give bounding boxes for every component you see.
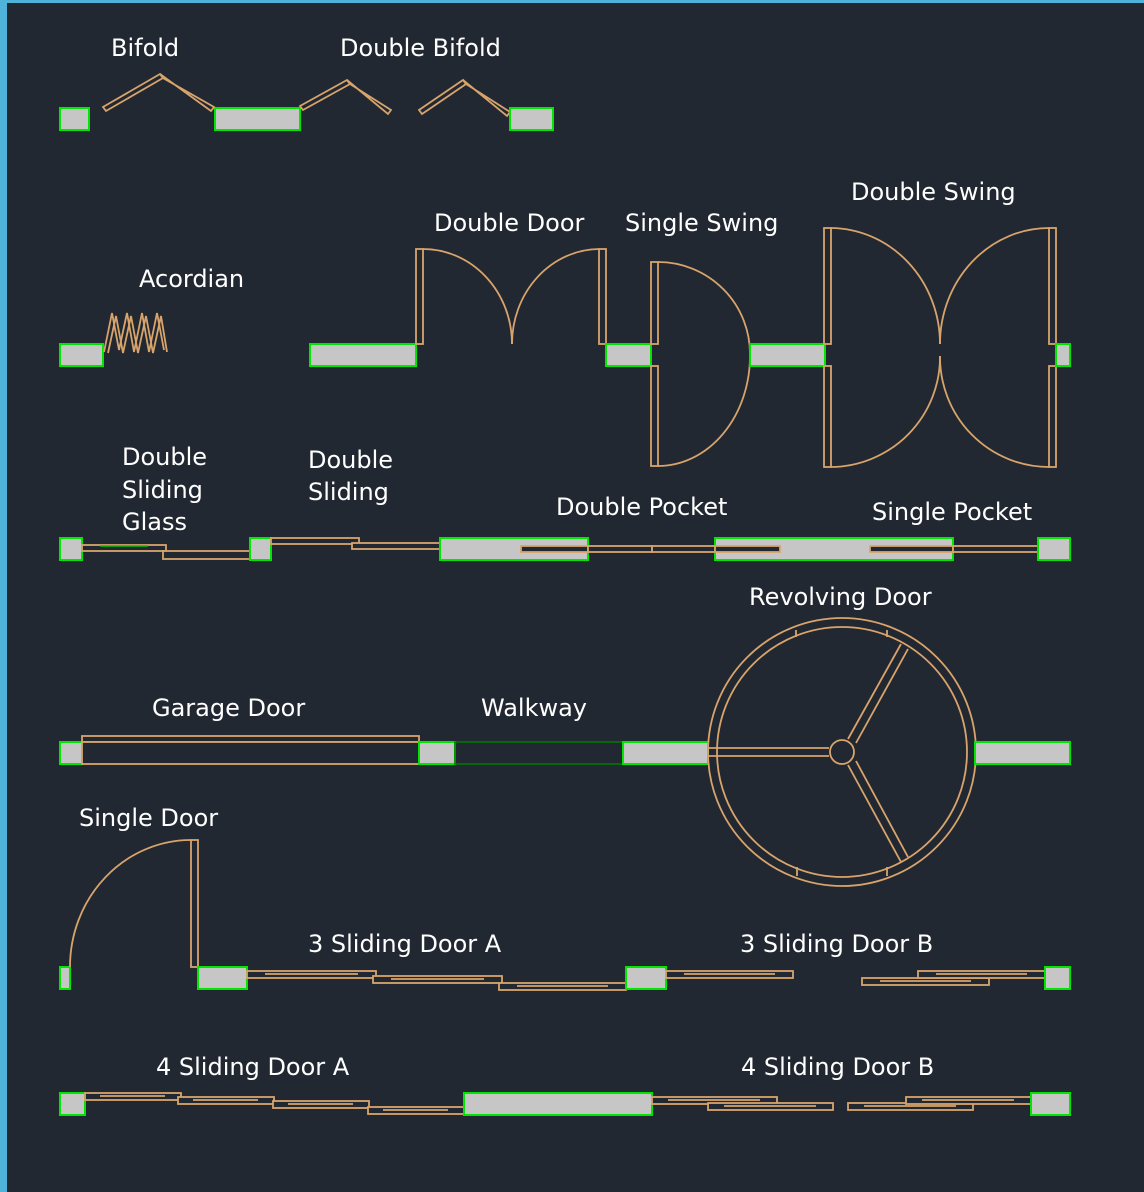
double-sliding-symbol — [270, 537, 441, 550]
label-double-sliding-glass-1: Double — [122, 443, 207, 471]
label-bifold: Bifold — [111, 34, 179, 62]
door-symbols-drawing: Bifold Double Bifold Acordian Double Doo… — [59, 34, 1071, 1116]
label-double-door: Double Door — [434, 209, 585, 237]
label-4-sliding-door-b: 4 Sliding Door B — [741, 1053, 934, 1081]
label-double-bifold: Double Bifold — [340, 34, 501, 62]
label-double-pocket: Double Pocket — [556, 493, 727, 521]
acordian-symbol — [59, 312, 168, 367]
revolving-door-symbol — [707, 617, 1071, 887]
single-swing-symbol — [650, 261, 826, 467]
garage-door-symbol — [59, 735, 456, 765]
label-single-pocket: Single Pocket — [872, 498, 1032, 526]
label-3-sliding-door-b: 3 Sliding Door B — [740, 930, 933, 958]
label-double-sliding-glass-3: Glass — [122, 508, 187, 536]
label-3-sliding-door-a: 3 Sliding Door A — [308, 930, 502, 958]
4-sliding-door-a-symbol — [59, 1092, 653, 1116]
double-swing-symbol — [823, 227, 1071, 468]
single-pocket-symbol — [714, 537, 1071, 561]
label-garage-door: Garage Door — [152, 694, 305, 722]
walkway-symbol — [454, 741, 709, 765]
label-single-swing: Single Swing — [625, 209, 778, 237]
double-pocket-symbol — [439, 537, 717, 561]
label-double-sliding-1: Double — [308, 446, 393, 474]
label-double-sliding-2: Sliding — [308, 478, 389, 506]
label-acordian: Acordian — [139, 265, 244, 293]
double-sliding-glass-symbol — [59, 537, 272, 561]
bifold-symbol — [59, 72, 301, 131]
3-sliding-door-a-symbol — [246, 966, 667, 991]
4-sliding-door-b-symbol — [651, 1092, 1071, 1116]
double-door-symbol — [309, 248, 652, 367]
label-single-door: Single Door — [79, 804, 218, 832]
single-door-symbol — [59, 839, 248, 990]
label-walkway: Walkway — [481, 694, 587, 722]
double-bifold-symbol — [298, 78, 554, 131]
label-revolving-door: Revolving Door — [749, 583, 932, 611]
label-4-sliding-door-a: 4 Sliding Door A — [156, 1053, 350, 1081]
label-double-swing: Double Swing — [851, 178, 1016, 206]
3-sliding-door-b-symbol — [665, 966, 1071, 990]
label-double-sliding-glass-2: Sliding — [122, 476, 203, 504]
